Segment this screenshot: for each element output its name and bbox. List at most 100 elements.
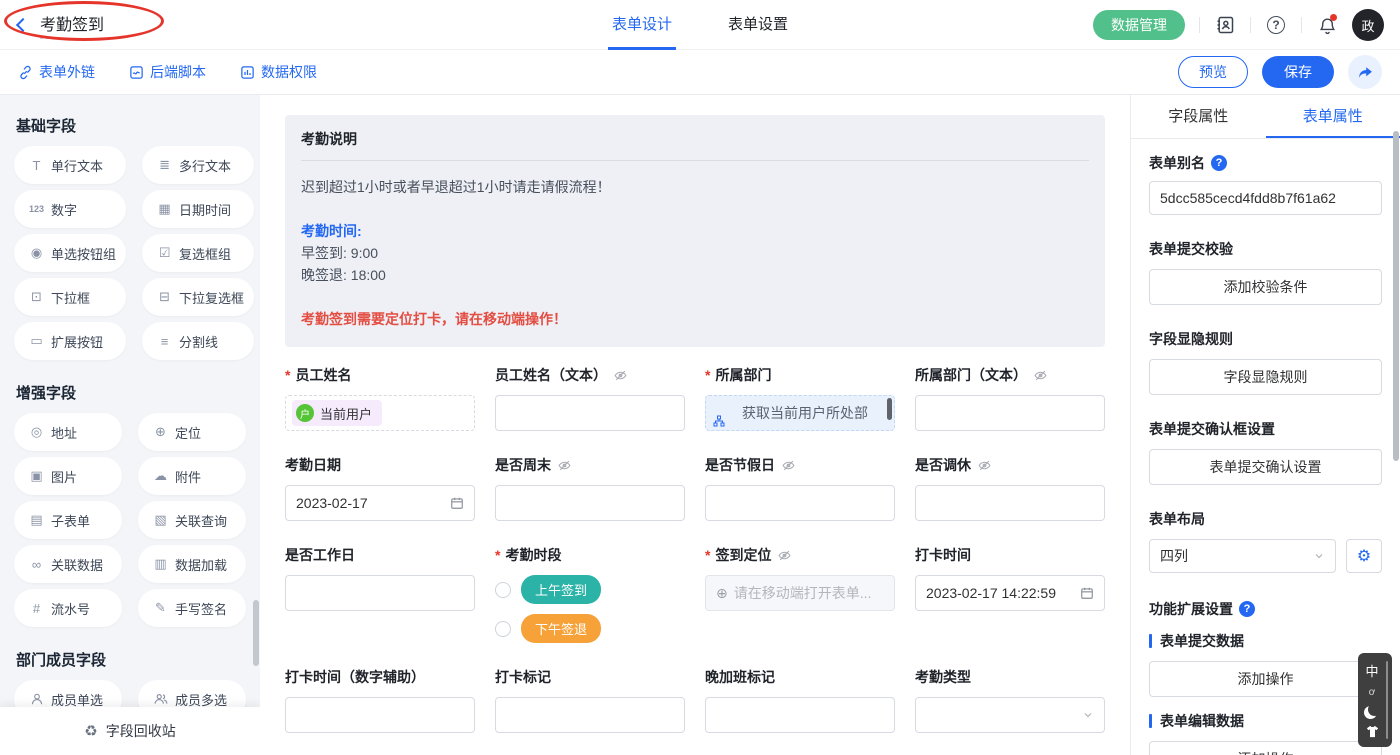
field-checkin-mark[interactable]: 打卡标记 xyxy=(495,667,685,733)
overtime-mark-input[interactable] xyxy=(705,697,895,733)
tab-form-settings[interactable]: 表单设置 xyxy=(724,0,792,50)
field-attendance-period[interactable]: *考勤时段 上午签到 下午签退 xyxy=(495,545,685,643)
sidebar-scrollbar[interactable] xyxy=(253,600,259,666)
sidebar-item-location[interactable]: ⊕定位 xyxy=(138,413,246,451)
tab-form-properties[interactable]: 表单属性 xyxy=(1266,95,1400,138)
dark-mode-moon-icon[interactable] xyxy=(1358,704,1386,717)
sidebar-item-relation-query[interactable]: ▧关联查询 xyxy=(138,501,246,539)
sidebar-item-relation-data[interactable]: ∞关联数据 xyxy=(14,545,122,583)
field-attendance-type[interactable]: 考勤类型 xyxy=(915,667,1105,733)
attendance-date-input[interactable]: 2023-02-17 xyxy=(285,485,475,521)
sidebar-item-subform[interactable]: ▤子表单 xyxy=(14,501,122,539)
sidebar-item-extend-button[interactable]: ▭扩展按钮 xyxy=(14,322,126,360)
radio-icon[interactable] xyxy=(495,582,511,598)
link-icon xyxy=(18,65,33,80)
back-chevron-icon[interactable] xyxy=(16,17,30,31)
attendance-notice-block[interactable]: 考勤说明 迟到超过1小时或者早退超过1小时请走请假流程！ 考勤时间: 早签到: … xyxy=(285,115,1105,347)
help-badge-icon[interactable]: ? xyxy=(1211,155,1227,171)
field-is-weekend[interactable]: 是否周末 xyxy=(495,455,685,521)
sidebar-item-serial-number[interactable]: #流水号 xyxy=(14,589,122,627)
sidebar-item-address[interactable]: ◎地址 xyxy=(14,413,122,451)
language-toggle-icon[interactable]: 中 xyxy=(1358,661,1386,680)
field-is-rest[interactable]: 是否调休 xyxy=(915,455,1105,521)
field-checkin-location[interactable]: *签到定位 ⊕ 请在移动端打开表单... xyxy=(705,545,895,611)
radio-icon[interactable] xyxy=(495,621,511,637)
checkin-location-input[interactable]: ⊕ 请在移动端打开表单... xyxy=(705,575,895,611)
add-validation-button[interactable]: 添加校验条件 xyxy=(1149,269,1382,305)
layout-settings-button[interactable]: ⚙ xyxy=(1346,539,1382,573)
sidebar-item-checkbox-group[interactable]: ☑复选框组 xyxy=(142,234,254,272)
sidebar-item-attachment[interactable]: ☁附件 xyxy=(138,457,246,495)
sidebar-item-signature[interactable]: ✎手写签名 xyxy=(138,589,246,627)
tab-field-properties[interactable]: 字段属性 xyxy=(1131,95,1266,138)
field-recycle-bin[interactable]: ♻ 字段回收站 xyxy=(0,707,260,755)
checkin-time-number-input[interactable] xyxy=(285,697,475,733)
submit-data-add-action-button[interactable]: 添加操作 xyxy=(1149,661,1382,697)
form-alias-input[interactable] xyxy=(1149,181,1382,215)
sidebar-item-select[interactable]: ⊡下拉框 xyxy=(14,278,126,316)
accent-bar xyxy=(1149,634,1152,648)
divider xyxy=(1250,17,1251,33)
is-holiday-input[interactable] xyxy=(705,485,895,521)
person-icon xyxy=(28,692,45,706)
field-is-workday[interactable]: 是否工作日 xyxy=(285,545,475,611)
department-input[interactable]: 获取当前用户所处部 xyxy=(705,395,895,431)
field-attendance-date[interactable]: 考勤日期 2023-02-17 xyxy=(285,455,475,521)
panel-scrollbar[interactable] xyxy=(1393,131,1399,461)
checkin-time-input[interactable]: 2023-02-17 14:22:59 xyxy=(915,575,1105,611)
required-asterisk: * xyxy=(495,547,500,563)
sidebar-item-radio-group[interactable]: ◉单选按钮组 xyxy=(14,234,126,272)
preview-button[interactable]: 预览 xyxy=(1178,56,1248,88)
field-employee-name[interactable]: *员工姓名 户 当前用户 xyxy=(285,365,475,431)
tab-form-design[interactable]: 表单设计 xyxy=(608,0,676,50)
sidebar-item-data-load[interactable]: ▥数据加载 xyxy=(138,545,246,583)
is-rest-input[interactable] xyxy=(915,485,1105,521)
address-book-icon[interactable] xyxy=(1214,14,1236,36)
avatar[interactable]: 政 xyxy=(1352,9,1384,41)
option-afternoon-checkout[interactable]: 下午签退 xyxy=(495,614,685,643)
employee-name-text-input[interactable] xyxy=(495,395,685,431)
back-nav[interactable]: 考勤签到 xyxy=(18,11,104,39)
is-weekend-input[interactable] xyxy=(495,485,685,521)
sidebar-item-image[interactable]: ▣图片 xyxy=(14,457,122,495)
recycle-icon: ♻ xyxy=(84,722,97,740)
sidebar-item-single-line-text[interactable]: T单行文本 xyxy=(14,146,126,184)
department-text-input[interactable] xyxy=(915,395,1105,431)
share-button[interactable] xyxy=(1348,55,1382,89)
sidebar-item-divider-line[interactable]: ≡分割线 xyxy=(142,322,254,360)
form-layout-select[interactable]: 四列 xyxy=(1149,539,1336,573)
field-is-holiday[interactable]: 是否节假日 xyxy=(705,455,895,521)
edit-data-add-action-button[interactable]: 添加操作 xyxy=(1149,741,1382,755)
sidebar-item-number[interactable]: 123数字 xyxy=(14,190,126,228)
option-morning-checkin[interactable]: 上午签到 xyxy=(495,575,685,604)
field-checkin-time[interactable]: 打卡时间 2023-02-17 14:22:59 xyxy=(915,545,1105,611)
backend-script-link[interactable]: 后端脚本 xyxy=(129,62,206,82)
pen-icon: ✎ xyxy=(152,600,169,616)
field-employee-name-text[interactable]: 员工姓名（文本） xyxy=(495,365,685,431)
single-line-text-icon: T xyxy=(28,158,45,173)
subform-icon: ▤ xyxy=(28,512,45,528)
relation-data-icon: ∞ xyxy=(28,557,45,572)
data-permission-link[interactable]: 数据权限 xyxy=(240,62,317,82)
field-checkin-time-number[interactable]: 打卡时间（数字辅助） xyxy=(285,667,475,733)
help-badge-icon[interactable]: ? xyxy=(1239,601,1255,617)
field-department-text[interactable]: 所属部门（文本） xyxy=(915,365,1105,431)
submit-confirm-button[interactable]: 表单提交确认设置 xyxy=(1149,449,1382,485)
language-mini-icon[interactable]: ơ xyxy=(1358,687,1386,698)
field-visibility-button[interactable]: 字段显隐规则 xyxy=(1149,359,1382,395)
field-overtime-mark[interactable]: 晚加班标记 xyxy=(705,667,895,733)
notification-bell-icon[interactable] xyxy=(1316,14,1338,36)
help-icon[interactable]: ? xyxy=(1265,14,1287,36)
attendance-type-select[interactable] xyxy=(915,697,1105,733)
form-external-link[interactable]: 表单外链 xyxy=(18,62,95,82)
sidebar-item-datetime[interactable]: ▦日期时间 xyxy=(142,190,254,228)
sidebar-item-multi-select[interactable]: ⊟下拉复选框 xyxy=(142,278,254,316)
employee-name-input[interactable]: 户 当前用户 xyxy=(285,395,475,431)
field-department[interactable]: *所属部门 获取当前用户所处部 xyxy=(705,365,895,431)
sidebar-item-multi-line-text[interactable]: ≣多行文本 xyxy=(142,146,254,184)
theme-tshirt-icon[interactable] xyxy=(1358,724,1386,739)
checkin-mark-input[interactable] xyxy=(495,697,685,733)
save-button[interactable]: 保存 xyxy=(1262,56,1334,88)
is-workday-input[interactable] xyxy=(285,575,475,611)
data-manage-button[interactable]: 数据管理 xyxy=(1093,10,1185,40)
